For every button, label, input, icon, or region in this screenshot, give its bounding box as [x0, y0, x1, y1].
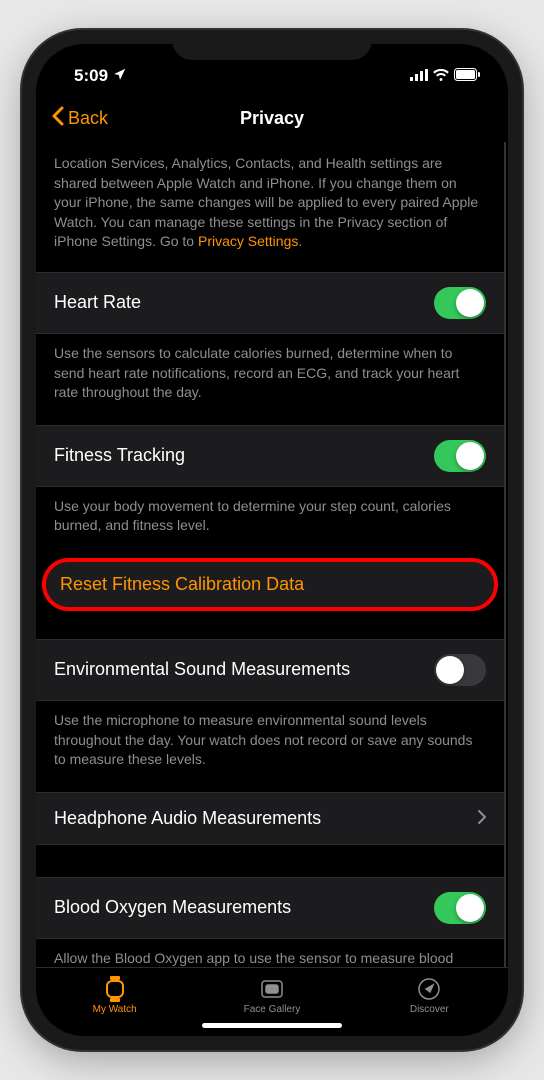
signal-icon [410, 66, 428, 86]
blood-oxygen-row: Blood Oxygen Measurements [36, 877, 504, 939]
toggle-knob [456, 289, 484, 317]
heart-rate-row: Heart Rate [36, 272, 504, 334]
fitness-tracking-toggle[interactable] [434, 440, 486, 472]
tab-my-watch-label: My Watch [93, 1004, 137, 1015]
watch-icon [102, 976, 128, 1002]
toggle-knob [456, 894, 484, 922]
tab-discover-label: Discover [410, 1004, 449, 1015]
back-button[interactable]: Back [52, 106, 108, 131]
back-label: Back [68, 108, 108, 129]
tab-face-gallery[interactable]: Face Gallery [193, 976, 350, 1015]
environmental-sound-row: Environmental Sound Measurements [36, 639, 504, 701]
phone-frame: 5:09 [22, 30, 522, 1050]
heart-rate-toggle[interactable] [434, 287, 486, 319]
chevron-left-icon [52, 106, 64, 131]
content-scroll[interactable]: Location Services, Analytics, Contacts, … [36, 142, 506, 967]
headphone-audio-label: Headphone Audio Measurements [54, 808, 321, 829]
fitness-tracking-label: Fitness Tracking [54, 445, 185, 466]
wifi-icon [433, 66, 449, 86]
screen: 5:09 [36, 44, 508, 1036]
intro-description: Location Services, Analytics, Contacts, … [36, 142, 504, 272]
compass-icon [416, 976, 442, 1002]
spacer [36, 611, 504, 639]
battery-icon [454, 66, 480, 86]
tab-face-gallery-label: Face Gallery [244, 1004, 301, 1015]
environmental-sound-label: Environmental Sound Measurements [54, 659, 350, 680]
notch [172, 30, 372, 60]
tab-my-watch[interactable]: My Watch [36, 976, 193, 1015]
chevron-right-icon [478, 807, 486, 830]
home-indicator[interactable] [202, 1023, 342, 1028]
tab-bar: My Watch Face Gallery Di [36, 967, 508, 1019]
fitness-tracking-row: Fitness Tracking [36, 425, 504, 487]
status-right [410, 66, 480, 86]
spacer [36, 845, 504, 877]
page-title: Privacy [240, 108, 304, 129]
toggle-knob [456, 442, 484, 470]
blood-oxygen-toggle[interactable] [434, 892, 486, 924]
heart-rate-label: Heart Rate [54, 292, 141, 313]
heart-rate-description: Use the sensors to calculate calories bu… [36, 334, 504, 425]
fitness-tracking-description: Use your body movement to determine your… [36, 487, 504, 558]
toggle-knob [436, 656, 464, 684]
environmental-sound-description: Use the microphone to measure environmen… [36, 701, 504, 792]
blood-oxygen-label: Blood Oxygen Measurements [54, 897, 291, 918]
reset-calibration-label: Reset Fitness Calibration Data [60, 574, 304, 594]
environmental-sound-toggle[interactable] [434, 654, 486, 686]
blood-oxygen-description: Allow the Blood Oxygen app to use the se… [36, 939, 504, 967]
tab-discover[interactable]: Discover [351, 976, 508, 1015]
nav-bar: Back Privacy [36, 94, 508, 142]
headphone-audio-row[interactable]: Headphone Audio Measurements [36, 792, 504, 845]
time: 5:09 [74, 66, 108, 86]
reset-calibration-button[interactable]: Reset Fitness Calibration Data [42, 558, 498, 611]
location-icon [113, 66, 127, 86]
privacy-settings-link[interactable]: Privacy Settings [198, 233, 298, 249]
face-gallery-icon [259, 976, 285, 1002]
status-left: 5:09 [74, 66, 127, 86]
